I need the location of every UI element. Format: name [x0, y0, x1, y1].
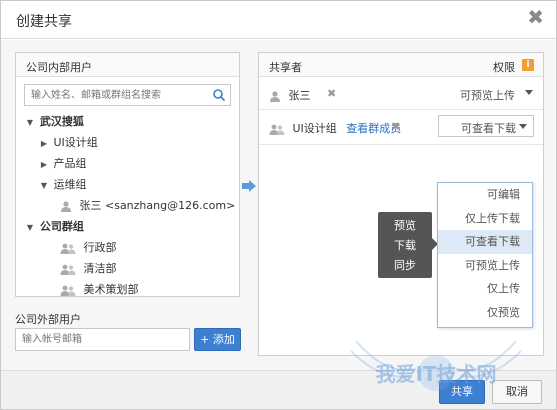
tree-node-label: 产品组	[53, 157, 87, 170]
arrow-right-icon	[242, 180, 256, 192]
create-share-dialog: 创建共享 ✖ 公司内部用户 ▼ 武汉搜狐 ▶ UI设计组	[0, 0, 557, 410]
tooltip-line: 同步	[394, 259, 416, 272]
dropdown-option[interactable]: 可预览上传	[438, 254, 532, 278]
sharers-header-label: 共享者	[269, 61, 302, 74]
tree-group-label: 美术策划部	[83, 283, 139, 296]
dialog-footer: 共享 取消	[1, 370, 556, 409]
tree-group-label: 行政部	[83, 241, 117, 254]
tree-group-label: 清洁部	[83, 262, 117, 275]
tree-node-ops[interactable]: ▼ 运维组	[24, 174, 234, 195]
search-icon[interactable]	[212, 88, 226, 102]
remove-sharer-icon[interactable]: ✖	[391, 120, 400, 133]
add-button[interactable]: + 添加	[194, 328, 241, 351]
sharer-row: 张三 ✖ 可预览上传	[259, 78, 543, 110]
collapsed-triangle-icon[interactable]: ▶	[38, 133, 50, 154]
collapsed-triangle-icon[interactable]: ▶	[38, 154, 50, 175]
dialog-header: 创建共享 ✖	[1, 1, 556, 39]
chevron-down-icon[interactable]	[525, 90, 533, 95]
dialog-body: 公司内部用户 ▼ 武汉搜狐 ▶ UI设计组 ▶	[1, 40, 556, 370]
tooltip-line: 下载	[394, 239, 416, 252]
external-email-input[interactable]	[15, 328, 190, 351]
dialog-title: 创建共享	[16, 14, 72, 30]
tree-user-label: 张三 <sanzhang@126.com>	[79, 199, 236, 212]
chevron-down-icon[interactable]	[519, 124, 527, 129]
sharer-name: UI设计组	[292, 122, 337, 135]
tree-group-art[interactable]: 美术策划部	[24, 279, 234, 300]
user-search-input[interactable]	[25, 85, 205, 105]
remove-sharer-icon[interactable]: ✖	[327, 87, 336, 100]
expanded-triangle-icon[interactable]: ▼	[24, 112, 36, 133]
sharer-row: UI设计组 查看群成员 ✖ 可查看下载	[259, 111, 543, 145]
permission-select-value: 可查看下载	[461, 122, 516, 135]
tree-node-label: UI设计组	[53, 136, 98, 149]
group-icon	[60, 264, 76, 275]
permission-value[interactable]: 可预览上传	[460, 87, 515, 103]
expanded-triangle-icon[interactable]: ▼	[24, 217, 36, 238]
sharer-name-cell: UI设计组 查看群成员	[269, 120, 401, 136]
info-icon[interactable]: i	[522, 59, 534, 71]
org-tree: ▼ 武汉搜狐 ▶ UI设计组 ▶ 产品组 ▼ 运维组 张三 <sanzhang@…	[24, 111, 236, 300]
permission-header-label: 权限	[493, 61, 515, 74]
permission-select[interactable]: 可查看下载	[438, 115, 534, 137]
internal-users-header: 公司内部用户	[16, 53, 239, 77]
sharer-name: 张三	[288, 89, 311, 102]
user-search-box[interactable]	[24, 84, 231, 106]
tree-node-label: 运维组	[53, 178, 87, 191]
sharer-name-cell: 张三	[269, 87, 311, 103]
tree-node-ui-design[interactable]: ▶ UI设计组	[24, 132, 234, 153]
dropdown-option[interactable]: 可编辑	[438, 183, 532, 207]
tree-node-wuhan-sohu[interactable]: ▼ 武汉搜狐	[24, 111, 234, 132]
group-icon	[60, 243, 76, 254]
group-icon	[269, 124, 285, 135]
group-icon	[60, 285, 76, 296]
tree-node-product[interactable]: ▶ 产品组	[24, 153, 234, 174]
tooltip-line: 预览	[394, 219, 416, 232]
cancel-button[interactable]: 取消	[492, 380, 542, 404]
dropdown-option-selected[interactable]: 可查看下载	[438, 230, 532, 254]
permission-dropdown: 可编辑 仅上传下载 可查看下载 可预览上传 仅上传 仅预览	[437, 182, 533, 328]
internal-users-panel: 公司内部用户 ▼ 武汉搜狐 ▶ UI设计组 ▶	[15, 52, 240, 297]
tree-node-label: 公司群组	[39, 220, 84, 233]
user-icon	[61, 200, 71, 212]
close-icon[interactable]: ✖	[527, 7, 544, 27]
share-button[interactable]: 共享	[439, 380, 485, 404]
tree-node-company-groups[interactable]: ▼ 公司群组	[24, 216, 234, 237]
external-users-label: 公司外部用户	[15, 313, 81, 326]
dropdown-option[interactable]: 仅上传	[438, 277, 532, 301]
tree-user-zhangsan[interactable]: 张三 <sanzhang@126.com>	[24, 195, 236, 216]
tree-node-label: 武汉搜狐	[39, 115, 84, 128]
dropdown-option[interactable]: 仅上传下载	[438, 207, 532, 231]
dropdown-option[interactable]: 仅预览	[438, 301, 532, 325]
expanded-triangle-icon[interactable]: ▼	[38, 175, 50, 196]
user-icon	[270, 90, 280, 102]
tree-group-admin[interactable]: 行政部	[24, 237, 234, 258]
tree-group-cleaning[interactable]: 清洁部	[24, 258, 234, 279]
permission-tooltip: 预览 下载 同步	[378, 212, 438, 278]
